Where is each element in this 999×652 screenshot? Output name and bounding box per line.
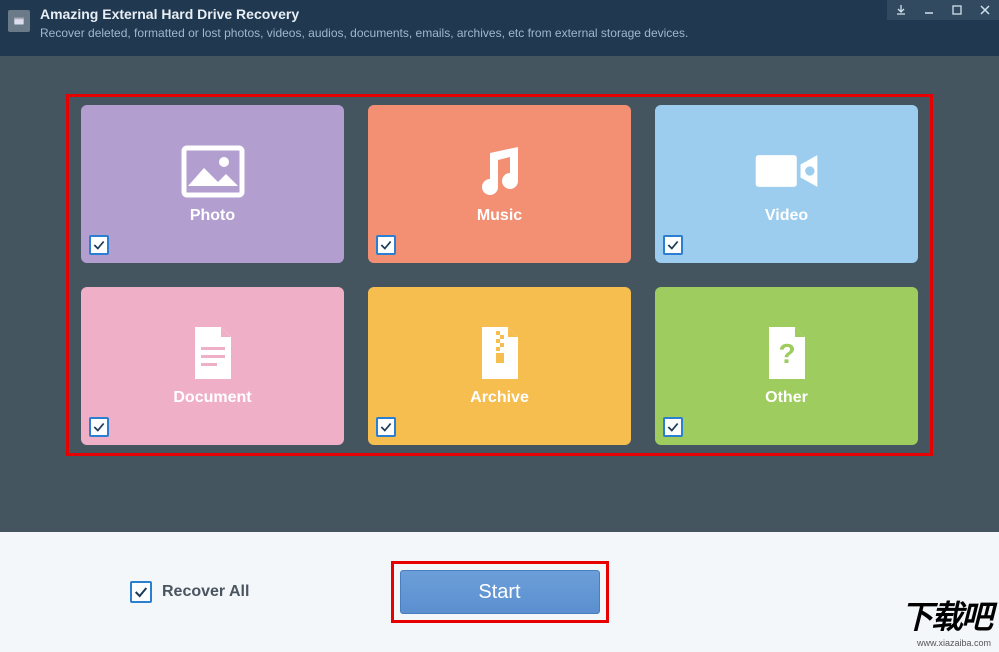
start-button[interactable]: Start	[400, 570, 600, 614]
tile-grid: Photo Music Video	[81, 105, 918, 445]
tile-music[interactable]: Music	[368, 105, 631, 263]
checkbox-document[interactable]	[89, 417, 109, 437]
download-icon[interactable]	[887, 0, 915, 20]
checkbox-photo[interactable]	[89, 235, 109, 255]
window-controls	[887, 0, 999, 20]
checkbox-recover-all[interactable]	[130, 581, 152, 603]
close-button[interactable]	[971, 0, 999, 20]
other-icon: ?	[752, 326, 822, 381]
app-subtitle: Recover deleted, formatted or lost photo…	[40, 26, 688, 40]
tile-label: Music	[477, 207, 522, 225]
checkbox-archive[interactable]	[376, 417, 396, 437]
maximize-button[interactable]	[943, 0, 971, 20]
tile-label: Video	[765, 207, 808, 225]
titlebar: Amazing External Hard Drive Recovery Rec…	[0, 0, 999, 56]
tile-label: Document	[173, 389, 251, 407]
minimize-button[interactable]	[915, 0, 943, 20]
checkbox-video[interactable]	[663, 235, 683, 255]
tile-video[interactable]: Video	[655, 105, 918, 263]
tile-archive[interactable]: Archive	[368, 287, 631, 445]
tile-document[interactable]: Document	[81, 287, 344, 445]
watermark-url: www.xiazaiba.com	[901, 638, 991, 648]
music-icon	[465, 144, 535, 199]
content-area: Photo Music Video	[0, 56, 999, 532]
watermark: 下载吧 www.xiazaiba.com	[893, 588, 999, 652]
start-highlight: Start	[391, 561, 609, 623]
footer: Recover All Start 下载吧 www.xiazaiba.com	[0, 532, 999, 652]
recover-all-option[interactable]: Recover All	[130, 581, 249, 603]
document-icon	[178, 326, 248, 381]
checkbox-music[interactable]	[376, 235, 396, 255]
archive-icon	[465, 326, 535, 381]
tile-photo[interactable]: Photo	[81, 105, 344, 263]
recover-all-label: Recover All	[162, 583, 249, 601]
photo-icon	[178, 144, 248, 199]
app-title: Amazing External Hard Drive Recovery	[40, 6, 688, 22]
svg-text:?: ?	[778, 338, 795, 369]
video-icon	[752, 144, 822, 199]
watermark-text: 下载吧	[901, 599, 991, 635]
tile-label: Archive	[470, 389, 529, 407]
checkbox-other[interactable]	[663, 417, 683, 437]
tile-other[interactable]: ? Other	[655, 287, 918, 445]
tile-label: Other	[765, 389, 808, 407]
app-icon	[8, 10, 30, 32]
tile-label: Photo	[190, 207, 235, 225]
tiles-highlight: Photo Music Video	[66, 94, 933, 456]
